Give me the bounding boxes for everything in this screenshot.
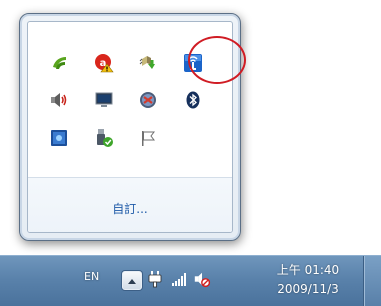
desktop: a 自訂... EN 上午 01:40 2009/11/3	[0, 0, 381, 306]
show-desktop-button[interactable]	[363, 256, 381, 306]
clock-date: 2009/11/3	[277, 282, 339, 296]
popup-panel: a 自訂...	[27, 21, 233, 233]
clock-time: 上午 01:40	[276, 263, 340, 277]
volume-icon[interactable]	[49, 90, 69, 110]
power-plug-icon[interactable]	[146, 270, 164, 288]
customize-link[interactable]: 自訂...	[28, 200, 232, 217]
usb-device-icon[interactable]	[94, 128, 114, 148]
nvidia-icon[interactable]	[49, 53, 69, 73]
bluetooth-icon[interactable]	[183, 90, 203, 110]
notification-overflow-popup: a 自訂...	[19, 13, 246, 241]
volume-muted-icon[interactable]	[193, 270, 211, 288]
up-arrow-icon	[128, 278, 136, 284]
clock[interactable]: 上午 01:40 2009/11/3	[262, 261, 354, 299]
display-icon[interactable]	[94, 90, 114, 110]
tray-icon-grid: a	[38, 30, 224, 180]
security-warning-icon[interactable]: a	[94, 53, 114, 73]
taskbar: EN 上午 01:40 2009/11/3	[0, 255, 381, 306]
popup-footer: 自訂...	[28, 177, 232, 232]
signal-bars-icon[interactable]	[170, 270, 188, 288]
safely-remove-hardware-icon[interactable]	[138, 53, 158, 73]
blue-app-icon[interactable]	[49, 128, 69, 148]
update-icon[interactable]	[138, 90, 158, 110]
wireless-network-icon[interactable]	[183, 53, 203, 73]
action-center-flag-icon[interactable]	[138, 128, 158, 148]
language-indicator[interactable]: EN	[84, 270, 99, 283]
show-hidden-icons-button[interactable]	[122, 271, 142, 290]
